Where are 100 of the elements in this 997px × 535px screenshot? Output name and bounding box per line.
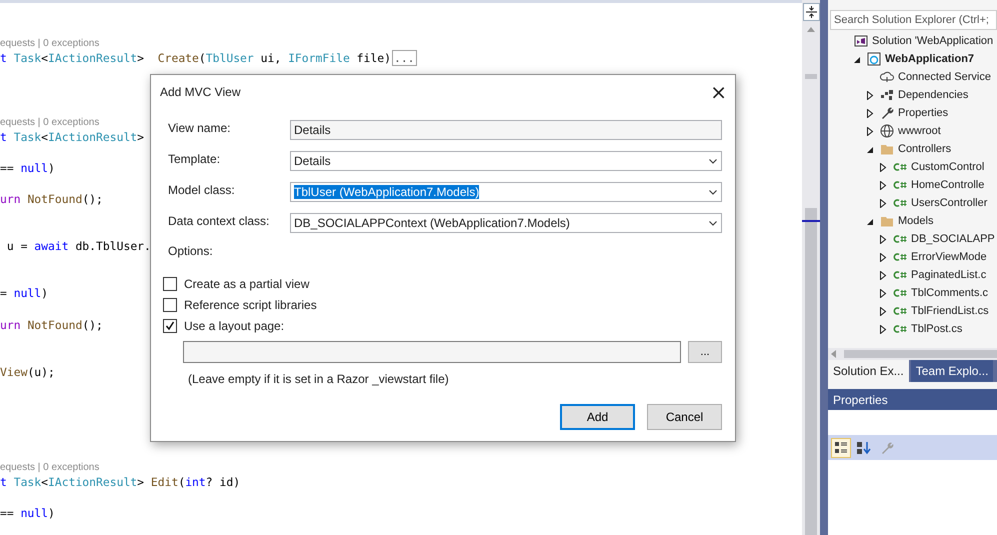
codelens-text[interactable]: equests | 0 exceptions <box>0 38 100 50</box>
code-text: ) <box>48 160 55 175</box>
tree-item[interactable]: HomeControlle <box>911 179 984 191</box>
collapsed-arrow-icon[interactable] <box>866 90 874 100</box>
close-button[interactable]: × <box>710 83 727 101</box>
collapsed-arrow-icon[interactable] <box>879 234 887 244</box>
dropdown-field[interactable]: Details <box>290 151 722 171</box>
panel-tab[interactable]: Team Explo... <box>910 360 994 382</box>
checkbox-label[interactable]: Reference script libraries <box>184 298 317 312</box>
checkbox[interactable] <box>163 298 177 312</box>
web-project-icon <box>867 52 881 66</box>
tree-item[interactable]: CustomControl <box>911 161 984 173</box>
code-text: ) <box>41 286 48 300</box>
sort-icon <box>856 440 872 454</box>
codelens-text[interactable]: equests | 0 exceptions <box>0 116 100 128</box>
code-text: t <box>0 51 8 66</box>
tree-item[interactable]: Controllers <box>898 143 952 155</box>
tree-item[interactable]: TblPost.cs <box>911 323 962 335</box>
tree-item[interactable]: Dependencies <box>898 89 968 101</box>
panel-tab[interactable]: Solution Ex... <box>828 360 909 382</box>
search-field[interactable]: Search Solution Explorer (Ctrl+; <box>830 10 997 30</box>
globe-icon <box>880 124 894 138</box>
collapsed-arrow-icon[interactable] <box>879 306 887 316</box>
collapsed-code-marker[interactable]: ... <box>392 50 417 66</box>
code-text: < <box>41 474 48 489</box>
cloud-icon <box>880 70 894 84</box>
dropdown-field[interactable]: DB_SOCIALAPPContext (WebApplication7.Models) <box>290 213 722 233</box>
tree-item[interactable]: DB_SOCIALAPP <box>911 233 995 245</box>
vertical-scrollbar[interactable] <box>802 0 820 535</box>
tree-item[interactable]: TblComments.c <box>911 287 988 299</box>
checkbox-label[interactable]: Use a layout page: <box>184 318 284 332</box>
collapsed-arrow-icon[interactable] <box>879 162 887 172</box>
tree-item[interactable]: ErrorViewMode <box>911 251 987 263</box>
layout-path-field[interactable] <box>183 341 681 363</box>
expanded-arrow-icon[interactable] <box>866 144 874 154</box>
code-text: NotFound <box>27 192 82 206</box>
collapsed-arrow-icon[interactable] <box>879 324 887 334</box>
code-file-icon <box>893 232 907 246</box>
cancel-button[interactable]: Cancel <box>647 404 722 430</box>
horizontal-scrollbar[interactable] <box>828 348 997 360</box>
code-file-icon <box>893 250 907 264</box>
code-text: u = <box>6 239 28 254</box>
scroll-marker <box>805 74 817 79</box>
panel-title: Properties <box>828 389 997 410</box>
field-label: View name: <box>168 120 232 135</box>
collapsed-arrow-icon[interactable] <box>879 252 887 262</box>
dependencies-icon <box>880 88 894 102</box>
code-file-icon <box>893 268 907 282</box>
code-text: = <box>0 286 8 300</box>
tree-item[interactable]: Solution 'WebApplication <box>872 35 994 47</box>
collapsed-arrow-icon[interactable] <box>879 198 887 208</box>
tree-item[interactable]: Properties <box>898 107 948 119</box>
collapsed-arrow-icon[interactable] <box>879 270 887 280</box>
code-text: null <box>20 506 48 520</box>
input-field[interactable]: Details <box>290 120 722 140</box>
tree-item[interactable]: Connected Service <box>898 71 991 83</box>
expanded-arrow-icon[interactable] <box>866 216 874 226</box>
code-text: urn <box>0 318 22 332</box>
add-button[interactable]: Add <box>560 404 635 430</box>
categorized-icon <box>834 440 848 454</box>
code-file-icon <box>893 196 907 210</box>
checkbox-label[interactable]: Create as a partial view <box>184 276 310 290</box>
codelens-text[interactable]: equests | 0 exceptions <box>0 462 100 473</box>
checkbox[interactable] <box>163 276 177 290</box>
code-file-icon <box>893 286 907 300</box>
tree-item[interactable]: UsersController <box>911 197 988 209</box>
tree-item[interactable]: wwwroot <box>898 125 941 137</box>
code-text: > <box>137 51 146 66</box>
chevron-down-icon <box>709 158 717 164</box>
code-text: (); <box>82 318 103 332</box>
code-text: NotFound <box>27 318 82 332</box>
collapsed-arrow-icon[interactable] <box>879 180 887 190</box>
code-text: ( <box>178 474 186 489</box>
code-text: db.TblUser. <box>74 239 151 254</box>
folder-icon <box>880 214 894 228</box>
wrench-icon <box>880 106 894 120</box>
code-file-icon <box>893 304 907 318</box>
tree-item[interactable]: WebApplication7 <box>885 53 974 65</box>
browse-button[interactable]: ... <box>688 341 722 363</box>
code-text: > <box>137 130 144 144</box>
toolbar-button[interactable] <box>831 438 851 458</box>
tree-item[interactable]: PaginatedList.c <box>911 269 986 281</box>
solution-icon <box>854 34 868 48</box>
code-text: (); <box>82 192 103 206</box>
tree-item[interactable]: Models <box>898 215 934 227</box>
expanded-arrow-icon[interactable] <box>853 54 861 64</box>
collapsed-arrow-icon[interactable] <box>879 288 887 298</box>
code-text: int <box>185 474 206 489</box>
tree-item[interactable]: TblFriendList.cs <box>911 305 989 317</box>
code-text: IActionResult <box>48 474 138 489</box>
hint-text: (Leave empty if it is set in a Razor _viewstart file) <box>188 372 450 386</box>
collapsed-arrow-icon[interactable] <box>866 108 874 118</box>
code-text: Edit <box>150 474 178 489</box>
code-text: urn <box>0 192 22 206</box>
split-button[interactable] <box>802 3 820 21</box>
code-text: == <box>0 506 15 520</box>
dropdown-field[interactable]: TblUser (WebApplication7.Models) <box>290 182 722 202</box>
checkbox[interactable] <box>163 318 177 332</box>
scroll-thumb[interactable] <box>805 208 817 535</box>
collapsed-arrow-icon[interactable] <box>866 126 874 136</box>
